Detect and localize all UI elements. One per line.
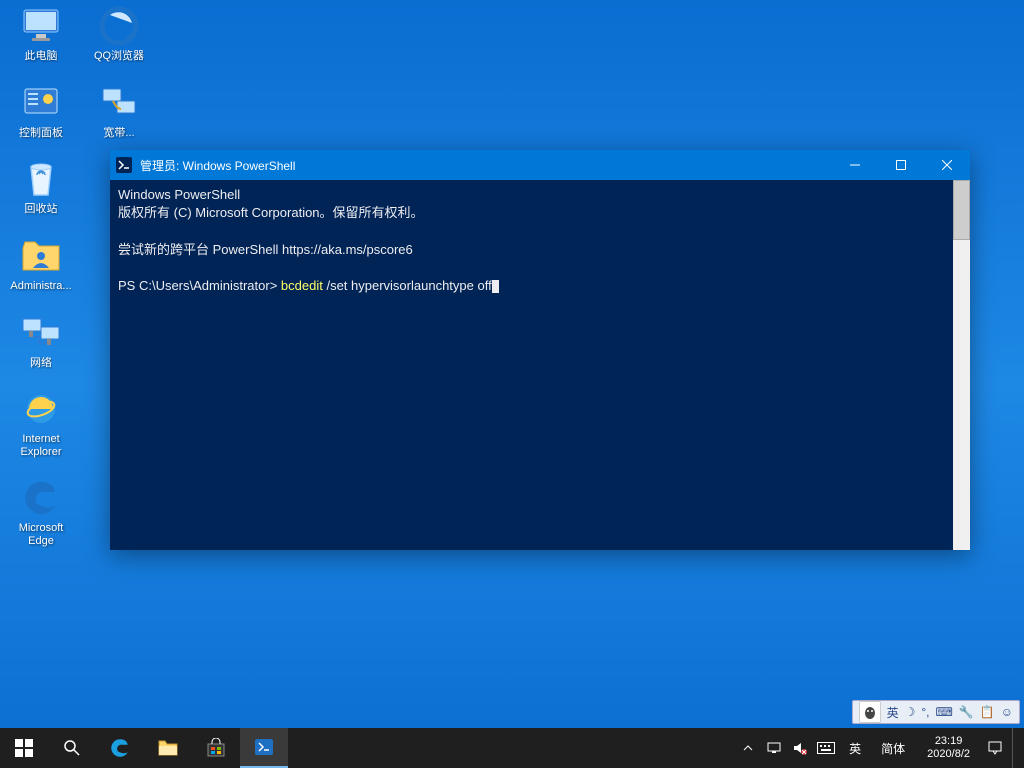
icon-control-panel[interactable]: 控制面板 <box>6 81 76 140</box>
maximize-button[interactable] <box>878 150 924 180</box>
recycle-bin-icon <box>19 157 63 201</box>
icon-qq-browser[interactable]: QQ浏览器 <box>84 4 154 63</box>
icon-label: 控制面板 <box>19 127 63 140</box>
ime-clipboard-icon[interactable]: 📋 <box>980 705 995 719</box>
term-line <box>118 259 962 277</box>
microsoft-edge-icon <box>19 476 63 520</box>
taskbar-file-explorer[interactable] <box>144 728 192 768</box>
clock-time: 23:19 <box>927 735 970 748</box>
tray-ime-mode[interactable]: 简体 <box>875 740 911 757</box>
taskbar-spacer <box>288 728 733 768</box>
icon-broadband[interactable]: 宽带... <box>84 81 154 140</box>
qq-ime-icon[interactable] <box>859 701 881 723</box>
icon-label: 回收站 <box>25 203 58 216</box>
icon-label: 网络 <box>30 357 52 370</box>
icon-label: QQ浏览器 <box>94 50 144 63</box>
icon-admin-folder[interactable]: Administra... <box>6 234 76 293</box>
minimize-button[interactable] <box>832 150 878 180</box>
clock-date: 2020/8/2 <box>927 748 970 761</box>
show-desktop-button[interactable] <box>1012 728 1018 768</box>
tray-ime-lang[interactable]: 英 <box>843 740 867 757</box>
ime-wrench-icon[interactable]: 🔧 <box>959 705 974 719</box>
icon-ie[interactable]: Internet Explorer <box>6 387 76 458</box>
qq-browser-icon <box>97 4 141 48</box>
prompt-text: PS C:\Users\Administrator> <box>118 278 277 293</box>
tray-ime-keyboard-icon[interactable] <box>817 739 835 757</box>
ime-moon-icon[interactable]: ☽ <box>905 705 916 719</box>
tray-network-icon[interactable] <box>765 739 783 757</box>
window-title: 管理员: Windows PowerShell <box>138 157 832 174</box>
desktop-icons-col2: QQ浏览器 宽带... <box>84 4 154 139</box>
ime-floating-bar[interactable]: 英 ☽ °, ⌨ 🔧 📋 ☺ <box>852 700 1020 724</box>
term-prompt-line: PS C:\Users\Administrator> bcdedit /set … <box>118 277 962 295</box>
desktop-icons-col1: 此电脑 控制面板 回收站 Administra... 网络 <box>6 4 76 548</box>
close-button[interactable] <box>924 150 970 180</box>
titlebar[interactable]: 管理员: Windows PowerShell <box>110 150 970 180</box>
ime-keyboard-icon[interactable]: ⌨ <box>936 705 953 719</box>
icon-label: 此电脑 <box>25 50 58 63</box>
icon-edge[interactable]: Microsoft Edge <box>6 476 76 547</box>
powershell-icon <box>110 150 138 180</box>
desktop: 此电脑 控制面板 回收站 Administra... 网络 <box>0 0 1024 768</box>
term-line: Windows PowerShell <box>118 186 962 204</box>
internet-explorer-icon <box>19 387 63 431</box>
term-line: 尝试新的跨平台 PowerShell https://aka.ms/pscore… <box>118 241 962 259</box>
system-tray: 英 简体 23:19 2020/8/2 <box>733 728 1024 768</box>
ime-punct-icon[interactable]: °, <box>921 705 929 719</box>
powershell-window: 管理员: Windows PowerShell Windows PowerShe… <box>110 150 970 550</box>
icon-label: 宽带... <box>103 127 134 140</box>
taskbar: 英 简体 23:19 2020/8/2 <box>0 728 1024 768</box>
command-executable: bcdedit <box>281 278 323 293</box>
icon-network[interactable]: 网络 <box>6 311 76 370</box>
monitor-icon <box>19 4 63 48</box>
icon-label: Microsoft Edge <box>7 522 75 547</box>
icon-label: Administra... <box>10 280 71 293</box>
cursor <box>492 280 499 293</box>
broadband-icon <box>97 81 141 125</box>
scrollbar[interactable] <box>953 180 970 550</box>
ime-lang-indicator[interactable]: 英 <box>887 704 899 721</box>
tray-chevron-up-icon[interactable] <box>739 739 757 757</box>
window-controls <box>832 150 970 180</box>
taskbar-powershell[interactable] <box>240 728 288 768</box>
icon-this-pc[interactable]: 此电脑 <box>6 4 76 63</box>
taskbar-edge[interactable] <box>96 728 144 768</box>
terminal-body[interactable]: Windows PowerShell 版权所有 (C) Microsoft Co… <box>110 180 970 550</box>
control-panel-icon <box>19 81 63 125</box>
term-line <box>118 222 962 240</box>
user-folder-icon <box>19 234 63 278</box>
network-icon <box>19 311 63 355</box>
tray-clock[interactable]: 23:19 2020/8/2 <box>919 735 978 761</box>
icon-recycle-bin[interactable]: 回收站 <box>6 157 76 216</box>
icon-label: Internet Explorer <box>7 433 75 458</box>
tray-volume-icon[interactable] <box>791 739 809 757</box>
search-button[interactable] <box>48 728 96 768</box>
tray-notifications-icon[interactable] <box>986 739 1004 757</box>
start-button[interactable] <box>0 728 48 768</box>
ime-smiley-icon[interactable]: ☺ <box>1001 705 1013 719</box>
taskbar-store[interactable] <box>192 728 240 768</box>
command-args: /set hypervisorlaunchtype off <box>323 278 492 293</box>
term-line: 版权所有 (C) Microsoft Corporation。保留所有权利。 <box>118 204 962 222</box>
scrollbar-thumb[interactable] <box>953 180 970 240</box>
